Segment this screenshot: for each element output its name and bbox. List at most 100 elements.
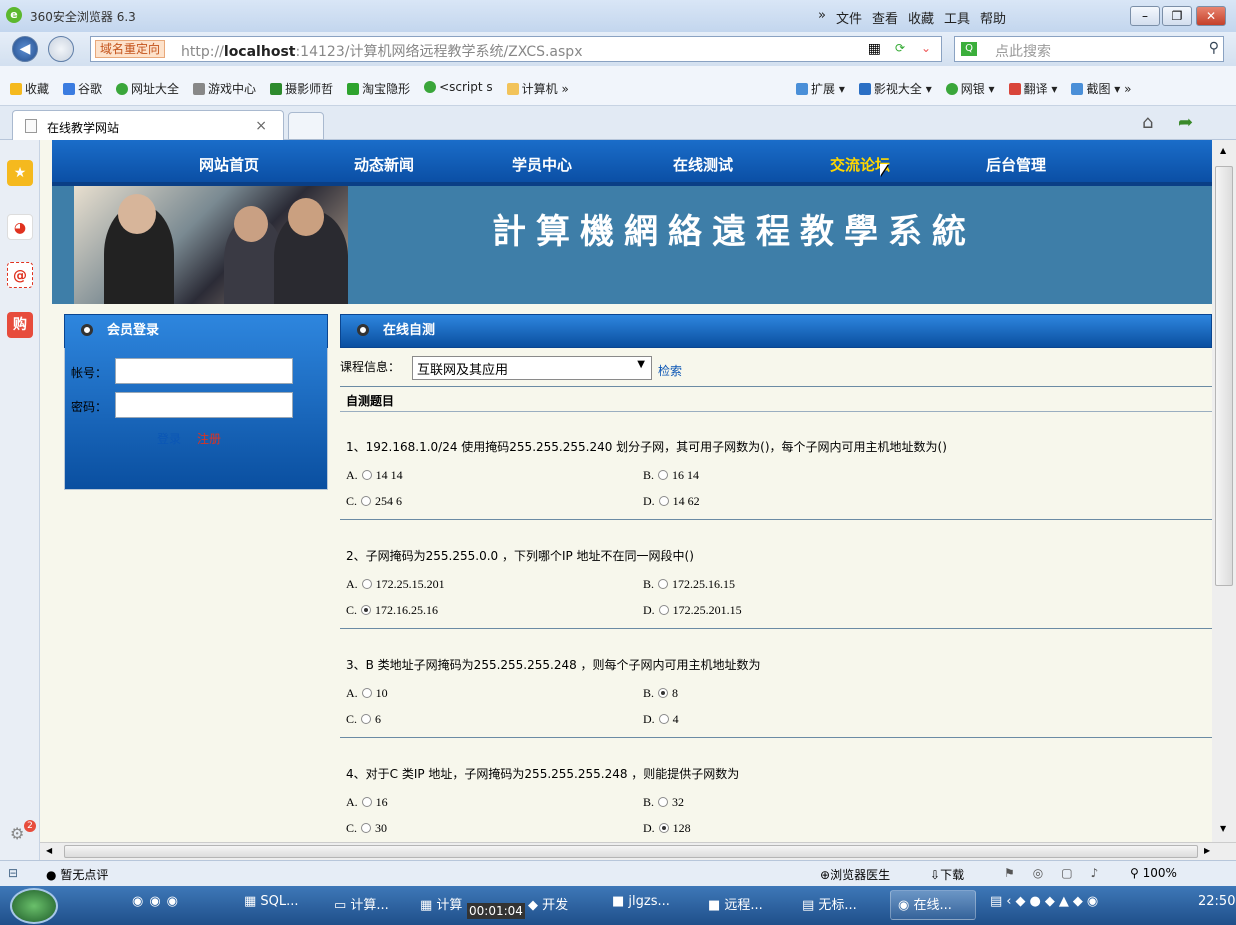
nav-admin[interactable]: 后台管理 (986, 154, 1046, 175)
option-a[interactable]: A. 14 14 (346, 468, 403, 483)
taskbar-item-browser[interactable]: ◉ 在线... (898, 894, 952, 913)
option-a[interactable]: A. 10 (346, 686, 388, 701)
radio-button[interactable] (658, 496, 669, 506)
radio-button[interactable] (658, 470, 669, 480)
login-link[interactable]: 登录 (157, 430, 181, 447)
tab-online-teaching[interactable]: 在线教学网站 × (12, 110, 284, 140)
horizontal-scrollbar[interactable]: ◀ ▶ (40, 842, 1236, 860)
new-tab-button[interactable] (288, 112, 324, 140)
system-tray-icons[interactable]: ▤‹◆●◆▲◆◉ (990, 894, 1102, 909)
option-d[interactable]: D. 14 62 (643, 494, 700, 509)
hscroll-thumb[interactable] (64, 845, 1198, 858)
fav-games[interactable]: 游戏中心 (193, 80, 256, 97)
fav-taobao[interactable]: 淘宝隐形 (347, 80, 410, 97)
scroll-thumb[interactable] (1215, 166, 1233, 586)
taskbar-item-untitled[interactable]: ▤ 无标... (802, 894, 857, 913)
option-d[interactable]: D. 172.25.201.15 (643, 603, 742, 618)
option-c[interactable]: C. 30 (346, 821, 387, 836)
tab-close-icon[interactable]: × (255, 118, 267, 134)
status-sidebar-icon[interactable]: ⊟ (8, 866, 18, 880)
forward-button[interactable] (48, 36, 74, 62)
vertical-scrollbar[interactable]: ▲ ▼ (1212, 140, 1236, 842)
radio-button[interactable] (361, 823, 372, 833)
ext-bank[interactable]: 网银 ▾ (945, 80, 995, 97)
radio-button[interactable] (361, 714, 372, 724)
menu-file[interactable]: 文件 (836, 8, 862, 27)
scroll-up-icon[interactable]: ▲ (1220, 146, 1226, 155)
zoom-level[interactable]: ⚲ 100% (1130, 866, 1177, 880)
course-select[interactable]: 互联网及其应用 ▼ (412, 356, 652, 380)
quick-launch-icons[interactable]: ◉◉◉ (132, 894, 184, 909)
option-c[interactable]: C. 254 6 (346, 494, 402, 509)
menu-more-icon[interactable]: » (818, 8, 826, 27)
fav-computer[interactable]: 计算机 » (506, 80, 569, 97)
maximize-button[interactable]: ❐ (1162, 6, 1192, 26)
start-button[interactable] (10, 888, 58, 924)
status-doctor[interactable]: ⊕浏览器医生 (820, 866, 890, 883)
scroll-left-icon[interactable]: ◀ (46, 846, 52, 855)
register-link[interactable]: 注册 (197, 430, 221, 447)
scroll-down-icon[interactable]: ▼ (1220, 824, 1226, 833)
search-icon[interactable]: ⚲ (1209, 40, 1219, 56)
account-input[interactable] (115, 358, 293, 384)
ext-video[interactable]: 影视大全 ▾ (858, 80, 932, 97)
radio-button[interactable] (361, 688, 372, 698)
undo-icon[interactable]: ➦ (1178, 112, 1193, 133)
radio-button[interactable] (361, 470, 372, 480)
nav-students[interactable]: 学员中心 (512, 154, 572, 175)
menu-tools[interactable]: 工具 (944, 8, 970, 27)
ext-extensions[interactable]: 扩展 ▾ (796, 80, 845, 97)
taskbar-item-explorer[interactable]: ▭ 计算... (334, 894, 389, 913)
nav-news[interactable]: 动态新闻 (354, 154, 414, 175)
status-download[interactable]: ⇩下载 (930, 866, 964, 883)
url-text[interactable]: http://localhost:14123/计算机网络远程教学系统/ZXCS.… (181, 41, 582, 61)
home-icon[interactable]: ⌂ (1142, 112, 1153, 133)
option-a[interactable]: A. 16 (346, 795, 388, 810)
menu-help[interactable]: 帮助 (980, 8, 1006, 27)
refresh-icon[interactable]: ⟳ (895, 41, 905, 55)
password-input[interactable] (115, 392, 293, 418)
menu-view[interactable]: 查看 (872, 8, 898, 27)
fav-script[interactable]: <script s (424, 80, 493, 97)
tab-title[interactable]: 在线教学网站 (47, 119, 119, 136)
minimize-button[interactable]: – (1130, 6, 1160, 26)
radio-button[interactable] (361, 605, 372, 615)
back-button[interactable]: ◀ (12, 36, 38, 62)
qr-code-icon[interactable]: ▦ (868, 41, 881, 57)
scroll-right-icon[interactable]: ▶ (1204, 846, 1210, 855)
redirect-label[interactable]: 域名重定向 (95, 40, 166, 58)
fav-google[interactable]: 谷歌 (63, 80, 102, 97)
taskbar-item-dev[interactable]: ◆ 开发 (528, 894, 568, 913)
ext-translate[interactable]: 翻译 ▾ (1008, 80, 1057, 97)
sidebar-shop-icon[interactable]: 购 (7, 312, 33, 338)
radio-button[interactable] (361, 496, 372, 506)
dropdown-icon[interactable]: ⌄ (921, 41, 931, 55)
radio-button[interactable] (361, 579, 372, 589)
radio-button[interactable] (658, 605, 669, 615)
taskbar-item-calc[interactable]: ▦ 计算 (420, 894, 462, 913)
fav-photographer[interactable]: 摄影师哲 (270, 80, 333, 97)
radio-button[interactable] (658, 823, 669, 833)
option-c[interactable]: C. 172.16.25.16 (346, 603, 438, 618)
fav-sites[interactable]: 网址大全 (116, 80, 179, 97)
ext-screenshot[interactable]: 截图 ▾ » (1071, 80, 1131, 97)
option-a[interactable]: A. 172.25.15.201 (346, 577, 445, 592)
search-link[interactable]: 检索 (658, 362, 682, 379)
fav-favorites[interactable]: 收藏 (10, 80, 49, 97)
menu-favorites[interactable]: 收藏 (908, 8, 934, 27)
status-tool-icons[interactable]: ⚑◎▢♪ (1004, 866, 1116, 880)
option-d[interactable]: D. 4 (643, 712, 679, 727)
nav-home[interactable]: 网站首页 (199, 154, 259, 175)
search-placeholder[interactable]: 点此搜索 (995, 41, 1051, 61)
radio-button[interactable] (658, 797, 669, 807)
taskbar-item-jlgzs[interactable]: ■ jlgzs... (612, 894, 670, 909)
radio-button[interactable] (361, 797, 372, 807)
option-d[interactable]: D. 128 (643, 821, 691, 836)
close-button[interactable]: ✕ (1196, 6, 1226, 26)
sidebar-weibo-icon[interactable]: ◕ (7, 214, 33, 240)
taskbar-item-sql[interactable]: ▦ SQL... (244, 894, 299, 909)
taskbar-item-remote[interactable]: ■ 远程... (708, 894, 763, 913)
radio-button[interactable] (658, 579, 669, 589)
search-engine-icon[interactable]: Q (961, 42, 977, 56)
nav-online-test[interactable]: 在线测试 (673, 154, 733, 175)
